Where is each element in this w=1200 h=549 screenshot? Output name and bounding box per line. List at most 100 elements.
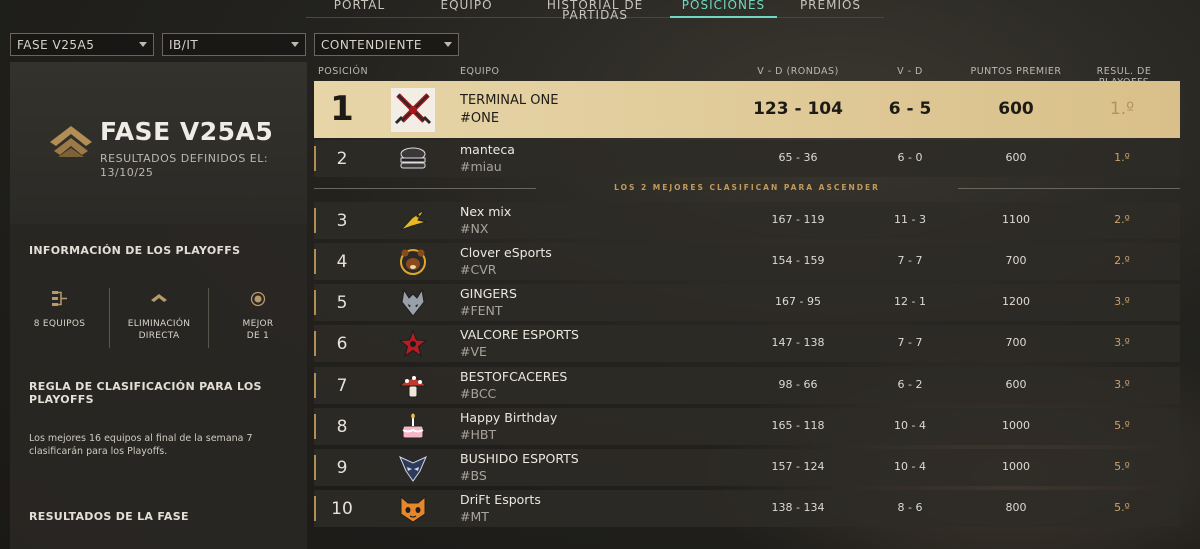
win-loss: 10 - 4 xyxy=(894,460,926,473)
divider-line-right xyxy=(958,188,1180,189)
filter-bar: FASE V25A5 IB/IT CONTENDIENTE xyxy=(10,33,459,56)
team-name: BUSHIDO ESPORTS xyxy=(460,451,579,466)
stat-format-line2: DIRECTA xyxy=(138,331,180,341)
premier-points: 1200 xyxy=(1002,295,1030,308)
phase-select[interactable]: FASE V25A5 xyxy=(10,33,154,56)
table-row[interactable]: 5 GINGERS #FENT 167 - 95 12 - 1 1200 3.º xyxy=(314,284,1180,321)
phase-subtitle: RESULTADOS DEFINIDOS EL: 13/10/25 xyxy=(100,152,280,180)
header-team: EQUIPO xyxy=(460,66,500,77)
phase-card: FASE V25A5 RESULTADOS DEFINIDOS EL: 13/1… xyxy=(10,62,307,224)
division-select-value: CONTENDIENTE xyxy=(321,37,422,52)
phase-title: FASE V25A5 xyxy=(100,117,274,146)
premier-points: 600 xyxy=(998,99,1034,119)
wolf-logo xyxy=(398,288,428,318)
left-panel: FASE V25A5 RESULTADOS DEFINIDOS EL: 13/1… xyxy=(10,62,307,549)
rounds-record: 165 - 118 xyxy=(771,419,825,432)
qualification-rule-text: Los mejores 16 equipos al final de la se… xyxy=(29,433,253,457)
win-loss: 7 - 7 xyxy=(897,336,923,349)
target-circle-icon xyxy=(209,288,307,310)
win-loss: 8 - 6 xyxy=(897,501,923,514)
team-tag: #MT xyxy=(460,509,489,524)
header-vd-rounds: V - D (RONDAS) xyxy=(757,66,839,77)
results-date: 13/10/25 xyxy=(100,166,154,179)
header-position: POSICIÓN xyxy=(318,66,369,77)
rounds-record: 123 - 104 xyxy=(753,99,843,119)
win-loss: 6 - 2 xyxy=(897,378,923,391)
mushroom-logo xyxy=(398,371,428,401)
team-tag: #miau xyxy=(460,159,502,174)
premier-points: 700 xyxy=(1005,254,1027,267)
premier-points: 1100 xyxy=(1002,213,1030,226)
team-name: manteca xyxy=(460,142,515,157)
tab-portal[interactable]: PORTAL xyxy=(306,0,413,17)
tab-match-history[interactable]: HISTORIAL DE PARTIDAS xyxy=(520,0,670,21)
team-tag: #BCC xyxy=(460,386,497,401)
team-tag: #HBT xyxy=(460,427,497,442)
cake-logo xyxy=(398,412,428,442)
team-name: Happy Birthday xyxy=(460,410,558,425)
stat-format: ELIMINACIÓN DIRECTA xyxy=(109,288,208,348)
tab-standings[interactable]: POSICIONES xyxy=(670,0,777,18)
team-tag: #FENT xyxy=(460,303,503,318)
team-name: TERMINAL ONE xyxy=(460,93,559,108)
yellow-bird-logo xyxy=(398,206,428,236)
row-position: 9 xyxy=(336,458,348,478)
win-loss: 6 - 0 xyxy=(897,151,923,164)
rounds-record: 138 - 134 xyxy=(771,501,825,514)
region-select[interactable]: IB/IT xyxy=(162,33,306,56)
playoffs-stats: 8 EQUIPOS ELIMINACIÓN DIRECTA MEJOR DE 1 xyxy=(10,288,307,348)
playoff-result: 1.º xyxy=(1114,151,1130,164)
row-position: 1 xyxy=(330,89,354,129)
standings-header: POSICIÓN EQUIPO V - D (RONDAS) V - D PUN… xyxy=(314,66,1180,88)
division-select[interactable]: CONTENDIENTE xyxy=(314,33,459,56)
top-tabs: PORTAL EQUIPO HISTORIAL DE PARTIDAS POSI… xyxy=(306,0,884,21)
region-select-value: IB/IT xyxy=(169,37,199,52)
header-points: PUNTOS PREMIER xyxy=(970,66,1062,77)
row-position: 10 xyxy=(331,499,353,519)
team-name: VALCORE ESPORTS xyxy=(460,327,579,342)
team-tag: #NX xyxy=(460,221,489,236)
team-tag: #ONE xyxy=(460,111,500,126)
table-row[interactable]: 10 DriFt Esports #MT 138 - 134 8 - 6 800… xyxy=(314,490,1180,527)
team-name: Nex mix xyxy=(460,204,512,219)
playoff-result: 5.º xyxy=(1114,419,1130,432)
samurai-logo xyxy=(398,453,428,483)
premier-points: 700 xyxy=(1005,336,1027,349)
rounds-record: 154 - 159 xyxy=(771,254,825,267)
stat-format-label: ELIMINACIÓN DIRECTA xyxy=(110,318,208,342)
team-name: GINGERS xyxy=(460,286,517,301)
tab-prizes[interactable]: PREMIOS xyxy=(777,0,884,17)
burger-logo xyxy=(398,144,428,174)
qualification-rule-title: REGLA DE CLASIFICACIÓN PARA LOS PLAYOFFS xyxy=(29,380,262,406)
table-row[interactable]: 3 Nex mix #NX 167 - 119 11 - 3 1100 2.º xyxy=(314,202,1180,239)
playoff-result: 3.º xyxy=(1114,378,1130,391)
row-position: 5 xyxy=(336,293,348,313)
team-name: Clover eSports xyxy=(460,245,552,260)
tab-team[interactable]: EQUIPO xyxy=(413,0,520,17)
playoff-result: 3.º xyxy=(1114,295,1130,308)
table-row[interactable]: 2 manteca #miau 65 - 36 6 - 0 600 1.º xyxy=(314,140,1180,177)
table-row[interactable]: 9 BUSHIDO ESPORTS #BS 157 - 124 10 - 4 1… xyxy=(314,449,1180,486)
table-row[interactable]: 7 BESTOFCACERES #BCC 98 - 66 6 - 2 600 3… xyxy=(314,367,1180,404)
table-row[interactable]: 8 Happy Birthday #HBT 165 - 118 10 - 4 1… xyxy=(314,408,1180,445)
rounds-record: 167 - 119 xyxy=(771,213,825,226)
stat-best-of-line1: MEJOR xyxy=(242,319,274,329)
stat-best-of-label: MEJOR DE 1 xyxy=(209,318,307,342)
win-loss: 7 - 7 xyxy=(897,254,923,267)
table-row[interactable]: 1 TERMINAL ONE #ONE 123 - 104 6 - 5 600 … xyxy=(314,81,1180,138)
premier-points: 800 xyxy=(1005,501,1027,514)
team-tag: #BS xyxy=(460,468,487,483)
row-position: 2 xyxy=(336,149,348,169)
playoff-result: 2.º xyxy=(1114,213,1130,226)
rounds-record: 167 - 95 xyxy=(775,295,821,308)
playoff-result: 5.º xyxy=(1114,460,1130,473)
row-position: 3 xyxy=(336,211,348,231)
table-row[interactable]: 4 Clover eSports #CVR 154 - 159 7 - 7 70… xyxy=(314,243,1180,280)
playoff-result: 1.º xyxy=(1109,99,1135,119)
chevron-down-icon xyxy=(139,42,147,47)
table-row[interactable]: 6 VALCORE ESPORTS #VE 147 - 138 7 - 7 70… xyxy=(314,325,1180,362)
row-position: 6 xyxy=(336,334,348,354)
bracket-icon xyxy=(10,288,109,310)
row-position: 8 xyxy=(336,417,348,437)
stat-teams: 8 EQUIPOS xyxy=(10,288,109,348)
